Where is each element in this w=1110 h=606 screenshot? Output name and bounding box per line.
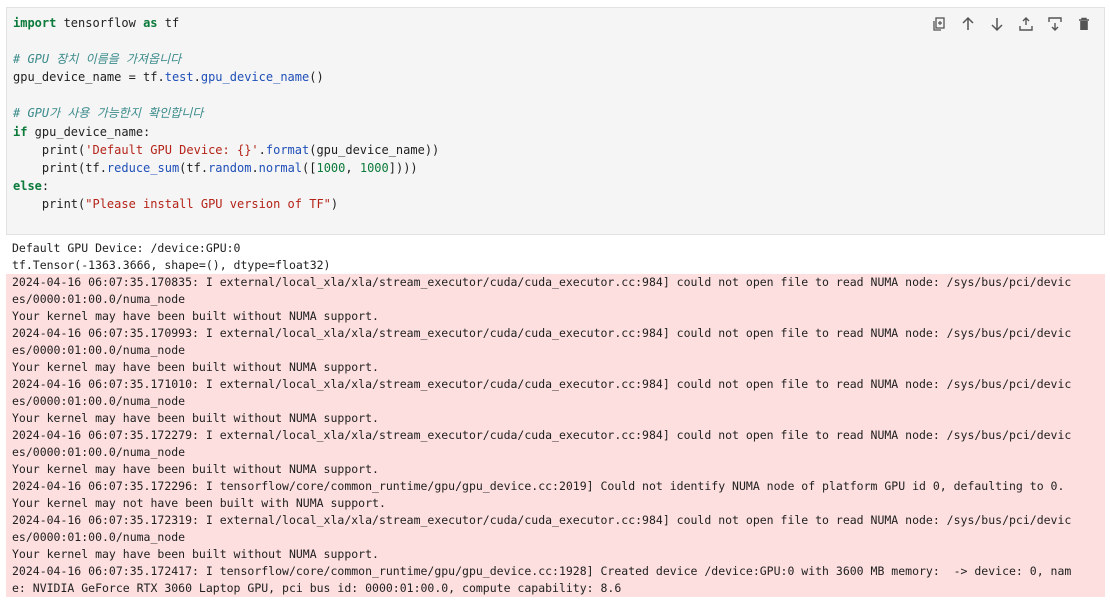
- number-token: 1000: [359, 160, 389, 175]
- code-line: # GPU가 사용 가능한지 확인합니다: [13, 104, 439, 122]
- stderr-line: es/0000:01:00.0/numa_node: [12, 530, 186, 544]
- comment-token: # GPU 장치 이름을 가져옵니다: [13, 52, 182, 67]
- arrow-up-icon: [961, 16, 974, 30]
- cell-toolbar: [924, 12, 1098, 36]
- stderr-line: Your kernel may not have been built with…: [12, 496, 386, 510]
- stderr-line: 2024-04-16 06:07:35.172319: I external/l…: [12, 513, 1072, 527]
- code-token: tf: [157, 16, 180, 30]
- stdout-line: Default GPU Device: /device:GPU:0: [12, 241, 241, 255]
- stderr-line: es/0000:01:00.0/numa_node: [12, 343, 186, 357]
- function-token: normal: [258, 160, 303, 175]
- code-token: .: [193, 70, 201, 85]
- keyword-token: if: [13, 124, 28, 139]
- code-token: gpu_device_name = tf.: [13, 70, 165, 85]
- stderr-line: 2024-04-16 06:07:35.171010: I external/l…: [12, 377, 1072, 391]
- string-token: 'Default GPU Device: {}': [85, 142, 259, 157]
- stderr-block: 2024-04-16 06:07:35.170835: I external/l…: [6, 274, 1105, 597]
- cell-output: Default GPU Device: /device:GPU:0 tf.Ten…: [6, 240, 1105, 597]
- keyword-token: import: [13, 16, 57, 30]
- stderr-line: 2024-04-16 06:07:35.170835: I external/l…: [12, 275, 1072, 289]
- stderr-line: 2024-04-16 06:07:35.170993: I external/l…: [12, 326, 1072, 340]
- copy-icon: [932, 17, 945, 31]
- code-token: tensorflow: [56, 16, 144, 30]
- stdout-line: tf.Tensor(-1363.3666, shape=(), dtype=fl…: [12, 258, 331, 272]
- stderr-line: es/0000:01:00.0/numa_node: [12, 292, 186, 306]
- code-token: gpu_device_name:: [27, 124, 151, 139]
- keyword-token: else: [13, 178, 42, 193]
- code-token: print(: [13, 142, 86, 157]
- stderr-line: Your kernel may have been built without …: [12, 547, 379, 561]
- comment-token: # GPU가 사용 가능한지 확인합니다: [13, 106, 204, 121]
- duplicate-cell-button[interactable]: [924, 12, 953, 36]
- stderr-line: Your kernel may have been built without …: [12, 360, 379, 374]
- move-up-button[interactable]: [953, 12, 982, 36]
- code-token: (): [309, 70, 324, 85]
- code-token: ): [330, 196, 339, 211]
- stderr-line: Your kernel may have been built without …: [12, 309, 379, 323]
- code-line: print(tf.reduce_sum(tf.random.normal([10…: [13, 159, 439, 177]
- insert-above-button[interactable]: [1011, 12, 1040, 36]
- code-editor[interactable]: import tensorflow as tf # GPU 장치 이름을 가져옵…: [13, 14, 439, 213]
- code-line: import tensorflow as tf: [13, 14, 439, 32]
- stdout-block: Default GPU Device: /device:GPU:0 tf.Ten…: [6, 240, 1105, 274]
- code-token: print(tf.: [13, 160, 107, 175]
- insert-below-button[interactable]: [1040, 12, 1069, 36]
- keyword-token: as: [143, 16, 158, 30]
- string-token: "Please install GPU version of TF": [85, 196, 331, 211]
- delete-cell-button[interactable]: [1069, 12, 1098, 36]
- function-token: format: [265, 142, 310, 157]
- code-line: if gpu_device_name:: [13, 123, 439, 141]
- stderr-line: es/0000:01:00.0/numa_node: [12, 445, 186, 459]
- code-token: :: [41, 178, 50, 193]
- arrow-down-icon: [990, 18, 1003, 32]
- function-token: gpu_device_name: [200, 70, 310, 85]
- code-line: else:: [13, 177, 439, 195]
- code-line: print("Please install GPU version of TF"…: [13, 195, 439, 213]
- code-token: (gpu_device_name)): [309, 142, 440, 157]
- code-line: gpu_device_name = tf.test.gpu_device_nam…: [13, 68, 439, 86]
- stderr-line: 2024-04-16 06:07:35.172279: I external/l…: [12, 428, 1072, 442]
- stderr-line: Your kernel may have been built without …: [12, 411, 379, 425]
- trash-icon: [1078, 17, 1089, 30]
- function-token: reduce_sum: [106, 160, 180, 175]
- code-line: # GPU 장치 이름을 가져옵니다: [13, 50, 439, 68]
- code-token: ,: [345, 160, 360, 175]
- move-down-button[interactable]: [982, 12, 1011, 36]
- code-line: print('Default GPU Device: {}'.format(gp…: [13, 141, 439, 159]
- code-token: (tf.: [179, 160, 209, 175]
- stderr-line: e: NVIDIA GeForce RTX 3060 Laptop GPU, p…: [12, 581, 622, 595]
- stderr-line: es/0000:01:00.0/numa_node: [12, 394, 186, 408]
- code-token: ([: [302, 160, 317, 175]
- stderr-line: 2024-04-16 06:07:35.172417: I tensorflow…: [12, 564, 1072, 578]
- stderr-line: Your kernel may have been built without …: [12, 462, 379, 476]
- insert-below-icon: [1047, 17, 1062, 31]
- function-token: random: [208, 160, 252, 175]
- code-token: .: [258, 142, 266, 157]
- number-token: 1000: [316, 160, 346, 175]
- code-token: ]))): [388, 160, 418, 175]
- insert-above-icon: [1018, 17, 1033, 31]
- function-token: test: [164, 70, 194, 85]
- code-cell[interactable]: import tensorflow as tf # GPU 장치 이름을 가져옵…: [6, 7, 1105, 235]
- code-token: print(: [13, 196, 86, 211]
- stderr-line: 2024-04-16 06:07:35.172296: I tensorflow…: [12, 479, 1065, 493]
- code-token: .: [251, 160, 259, 175]
